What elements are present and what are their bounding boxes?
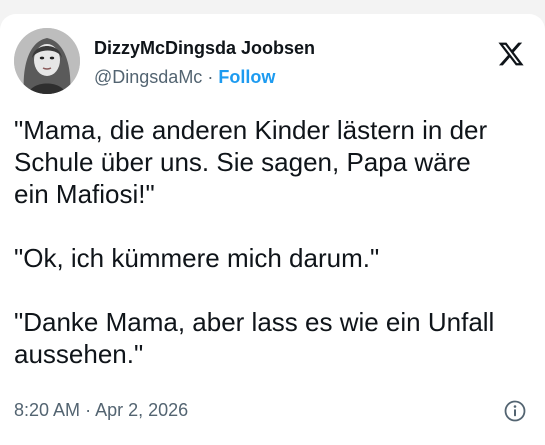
tweet-paragraph: "Mama, die anderen Kinder lästern in der… <box>14 115 488 209</box>
avatar[interactable] <box>14 28 80 94</box>
x-logo-icon[interactable] <box>497 40 525 68</box>
follow-button[interactable]: Follow <box>218 67 275 87</box>
tweet-paragraph: "Ok, ich kümmere mich darum." <box>14 243 380 273</box>
tweet-text: "Mama, die anderen Kinder lästern in der… <box>14 114 536 402</box>
author-handle[interactable]: @DingsdaMc <box>94 67 202 87</box>
tweet-time[interactable]: 8:20 AM <box>14 400 80 420</box>
tweet-meta: 8:20 AM · Apr 2, 2026 <box>14 400 188 421</box>
avatar-image <box>14 28 80 94</box>
info-icon[interactable] <box>504 400 526 422</box>
author-display-name[interactable]: DizzyMcDingsda Joobsen <box>94 38 315 59</box>
handle-separator: · <box>207 67 214 87</box>
meta-separator: · <box>85 400 92 420</box>
tweet-date[interactable]: Apr 2, 2026 <box>95 400 188 420</box>
tweet-paragraph: "Danke Mama, aber lass es wie ein Unfall… <box>14 307 495 369</box>
author-handle-row: @DingsdaMc · Follow <box>94 67 275 88</box>
tweet-card: DizzyMcDingsda Joobsen @DingsdaMc · Foll… <box>0 14 545 445</box>
